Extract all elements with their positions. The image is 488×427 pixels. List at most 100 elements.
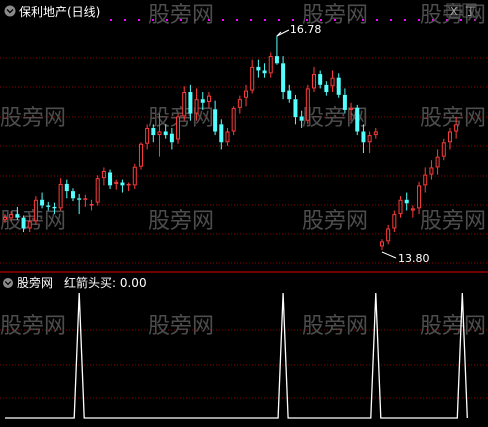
candle-body [454,124,459,132]
candle-body [312,74,316,89]
candle-body [52,206,57,209]
candle-body [231,107,236,132]
watermark-text: 股旁网 [420,314,486,339]
watermark-text: 股旁网 [420,106,486,131]
signal-dot [124,19,126,21]
candle-body [83,198,88,200]
candle-body [262,70,267,74]
candle-body [225,131,230,143]
candle-body [194,99,199,114]
indicator-chevron-icon[interactable] [3,278,13,288]
candle-body [95,178,100,203]
candle-body [206,95,211,103]
candle [33,196,38,225]
candle-body [27,221,32,229]
watermark-text: 股旁网 [0,209,66,234]
candle-body [21,217,26,229]
candle-body [330,77,335,87]
close-icon-label: X [450,5,458,18]
signal-dot [404,19,406,21]
candle [176,113,181,144]
watermark-text: 股旁网 [148,106,214,131]
candle [231,106,236,136]
watermark-text: 股旁网 [148,314,214,339]
candle-body [3,216,7,220]
candle [95,175,100,206]
signal-dot [376,19,378,21]
candle-body [318,74,323,85]
candle-body [324,84,329,93]
signal-dot [110,19,112,21]
candle-body [176,116,181,140]
signal-dot [250,19,252,21]
candle-body [182,92,187,117]
watermark-text: 股旁网 [148,209,214,234]
chevron-down-icon[interactable] [4,5,16,17]
candle-body [89,204,94,206]
candle-body [305,88,310,121]
candle-body [392,214,397,229]
signal-dot [138,19,140,21]
candle-body [429,167,434,175]
candle-body [355,107,360,132]
signal-dot [292,19,294,21]
chart-background [0,0,488,427]
candle-body [373,131,378,136]
candle-body [46,205,51,207]
candle-body [33,199,38,222]
candle-body [367,135,372,143]
watermark-text: 股旁网 [0,106,66,131]
candle-body [163,131,168,136]
stock-title: 保利地产(日线) [19,5,100,19]
candle-body [157,131,162,136]
candle-body [132,166,137,186]
indicator-label: 红箭头买: 0.00 [64,275,147,290]
candle-body [361,131,366,143]
candle-body [447,131,452,143]
max-price-label: 16.78 [290,23,322,36]
candle-body [293,99,298,118]
candle-body [213,109,218,132]
maximize-icon[interactable]: 丁 [462,3,477,18]
candle-body [336,77,341,95]
candle [355,104,360,136]
candle-body [281,63,286,93]
candle-body [410,208,415,211]
signal-dot [236,19,238,21]
watermark-text: 股旁网 [302,209,368,234]
candle-body [398,199,403,215]
candle-body [188,92,193,114]
candle-body [9,214,14,219]
indicator-prefix: 股旁网 [17,275,53,290]
candle-body [138,143,143,167]
candle-body [114,181,119,184]
signal-dot [390,19,392,21]
watermark-text: 股旁网 [0,314,66,339]
candle-body [169,133,174,143]
candle-body [64,183,69,192]
maximize-icon-label: 丁 [465,5,476,18]
candle [305,84,310,125]
candle-body [58,183,63,209]
candle-body [219,124,224,143]
candle-body [417,185,422,209]
candle-body [250,66,255,91]
candle-body [441,142,446,157]
candle-body [108,172,113,186]
candle-body [244,90,249,98]
candle-body [40,199,45,206]
candle-body [287,90,292,100]
candle-body [200,99,205,103]
candle-body [70,191,75,199]
candle-body [126,183,131,186]
stock-chart: 股旁网 股旁网 股旁网股旁网 股旁网 股旁网 股旁网股旁网 股旁网 股旁网 股旁网股旁网 股旁网股… [0,0,488,427]
candle-body [435,156,440,168]
candle-body [386,228,391,242]
candle-body [423,174,428,186]
candle-body [145,127,150,144]
candle-body [274,56,279,64]
candle [138,142,143,170]
candle-body [404,199,409,204]
candle-body [151,127,156,136]
signal-dot [264,19,266,21]
